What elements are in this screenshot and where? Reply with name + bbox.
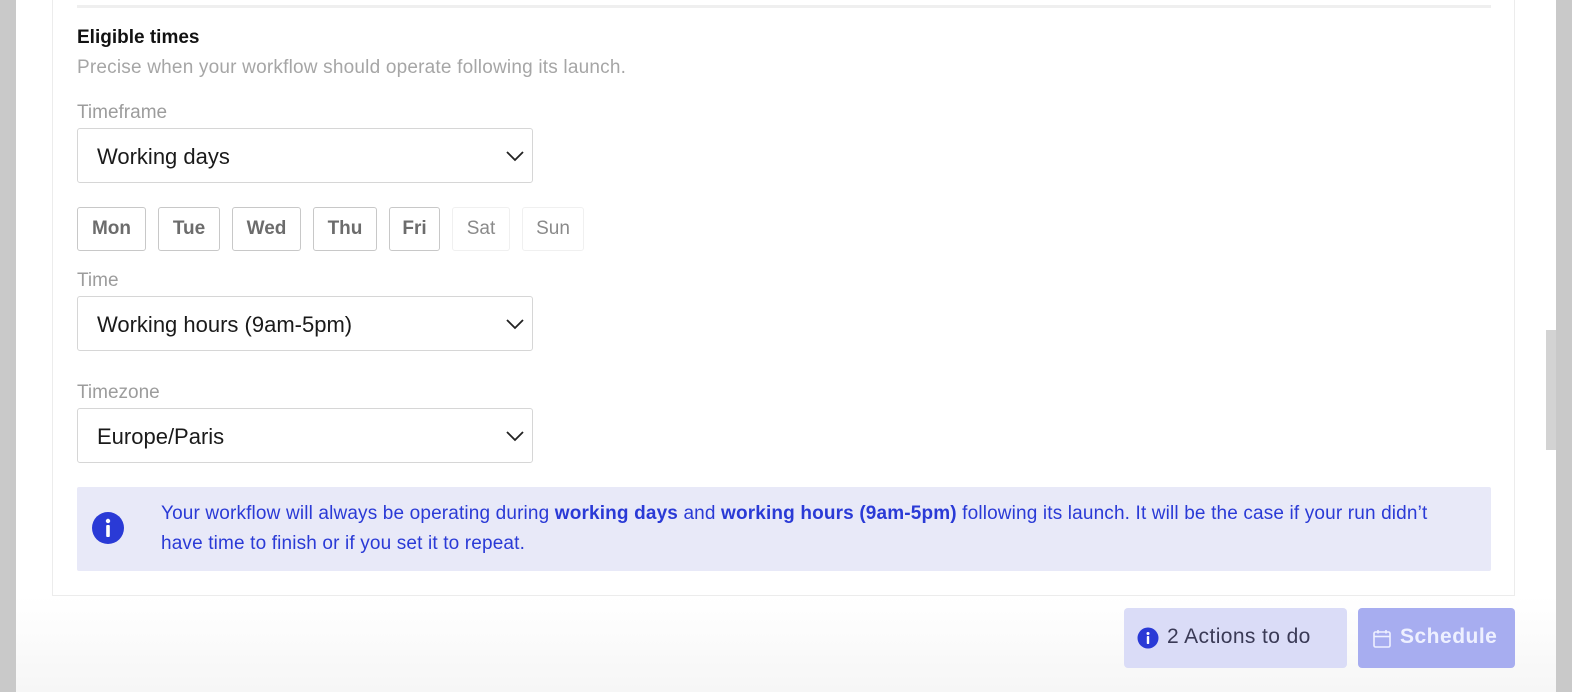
- section-subtitle: Precise when your workflow should operat…: [77, 57, 627, 78]
- day-toggle-sun[interactable]: Sun: [522, 207, 584, 251]
- chevron-down-icon: [506, 431, 524, 442]
- day-toggle-fri[interactable]: Fri: [389, 207, 440, 251]
- timeframe-label: Timeframe: [77, 102, 168, 123]
- schedule-button[interactable]: Schedule: [1358, 608, 1515, 668]
- day-toggle-mon[interactable]: Mon: [77, 207, 146, 251]
- timeframe-select[interactable]: Working days: [77, 128, 533, 183]
- scrollbar[interactable]: [1546, 330, 1556, 450]
- info-text-part: Your workflow will always be operating d…: [161, 503, 555, 524]
- day-toggle-wed[interactable]: Wed: [232, 207, 301, 251]
- eligible-times-card: Eligible times Precise when your workflo…: [52, 0, 1515, 596]
- timeframe-value: Working days: [97, 144, 230, 169]
- time-value: Working hours (9am-5pm): [97, 312, 353, 337]
- day-toggle-thu[interactable]: Thu: [313, 207, 377, 251]
- day-toggle-tue[interactable]: Tue: [158, 207, 220, 251]
- section-divider: [77, 5, 1491, 8]
- schedule-label: Schedule: [1400, 625, 1498, 648]
- info-circle-icon: [92, 512, 124, 544]
- actions-to-do-label: 2 Actions to do: [1167, 625, 1311, 648]
- timezone-value: Europe/Paris: [97, 424, 225, 449]
- info-highlight-days: working days: [554, 503, 679, 524]
- time-select[interactable]: Working hours (9am-5pm): [77, 296, 533, 351]
- section-title: Eligible times: [77, 27, 200, 48]
- time-label: Time: [77, 270, 119, 291]
- calendar-icon: [1373, 630, 1391, 648]
- timezone-select[interactable]: Europe/Paris: [77, 408, 533, 463]
- info-banner: Your workflow will always be operating d…: [77, 487, 1491, 571]
- info-circle-icon: [1137, 627, 1159, 649]
- day-toggle-sat[interactable]: Sat: [452, 207, 510, 251]
- chevron-down-icon: [506, 151, 524, 162]
- actions-to-do-button[interactable]: 2 Actions to do: [1124, 608, 1347, 668]
- timezone-label: Timezone: [77, 382, 160, 403]
- page: Eligible times Precise when your workflo…: [16, 0, 1556, 692]
- chevron-down-icon: [506, 319, 524, 330]
- info-text-part: and: [678, 503, 722, 524]
- info-highlight-hours: working hours (9am-5pm): [721, 503, 957, 524]
- info-message: Your workflow will always be operating d…: [161, 499, 1471, 559]
